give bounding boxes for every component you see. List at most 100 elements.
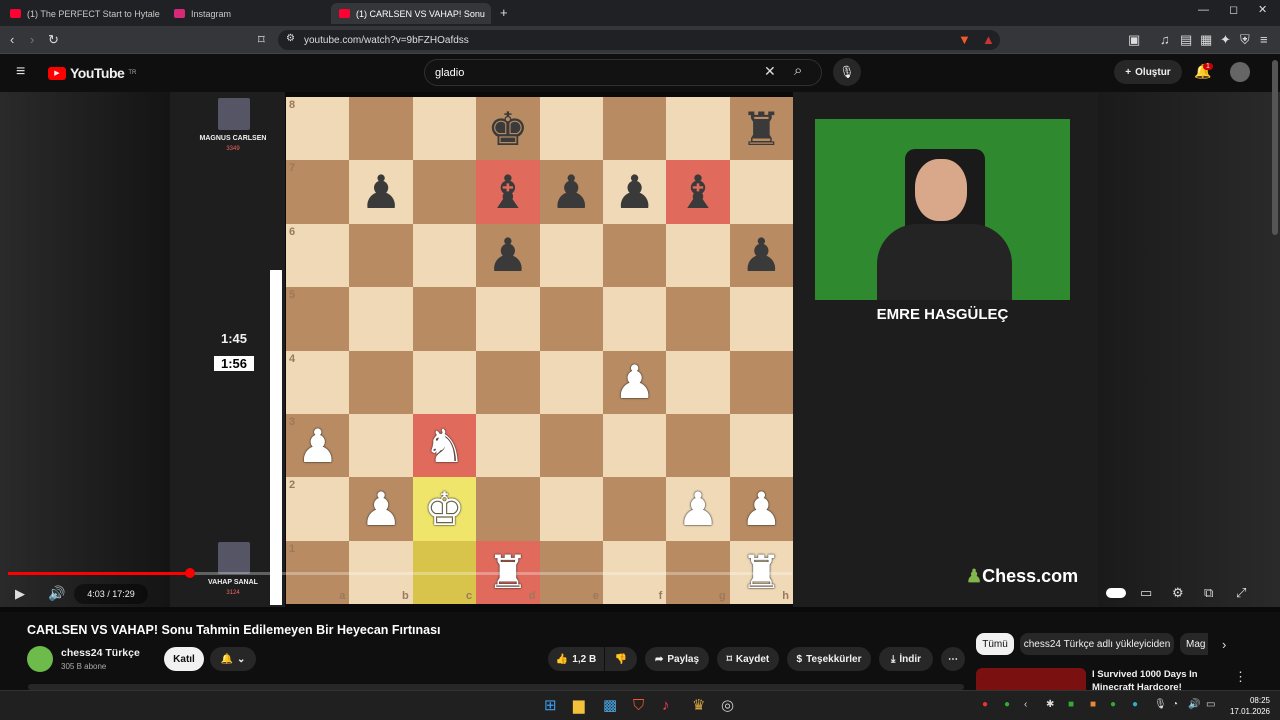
square-a2: 2 [286,477,350,541]
chevron-left-icon[interactable]: ‹ [1024,700,1027,710]
top-clock: 1:45 [220,331,248,346]
top-player-name: MAGNUS CARLSEN [199,135,267,142]
search-input[interactable]: gladio [424,59,822,86]
scrollbar[interactable] [1272,60,1278,235]
like-button[interactable]: 👍 1,2 B [548,647,604,671]
brand-text: Chess.com [982,566,1079,586]
file-label: d [528,590,536,602]
windows-start-icon[interactable]: ⊞ [544,698,557,713]
chip-mag[interactable]: Mag [1180,633,1208,655]
rec-title[interactable]: I Survived 1000 Days In Minecraft Hardco… [1092,668,1222,690]
youtube-logo[interactable]: ▶ YouTube TR [48,65,136,81]
browser-tab[interactable]: (1) The PERFECT Start to Hytale - You [2,3,162,24]
square-g8 [666,97,730,161]
vpn-icon[interactable]: ⛨ [1240,33,1250,46]
maximize-icon[interactable]: ◻ [1229,5,1238,16]
music-app-icon[interactable]: ♪ [662,698,670,713]
subscribed-bell-button[interactable]: 🔔 ⌄ [210,647,256,671]
black-king-icon: ♚ [487,102,529,155]
avatar[interactable] [1230,62,1250,82]
black-bishop-icon: ♝ [487,166,529,219]
wallet-icon[interactable]: ▦ [1200,33,1212,46]
battery-icon[interactable]: ▭ [1206,700,1215,710]
more-vertical-icon[interactable]: ⋮ [1234,670,1247,683]
fullscreen-icon[interactable]: ⤢ [1236,586,1246,599]
game-app-icon[interactable]: ♛ [692,698,705,713]
settings-app-icon[interactable]: ◎ [721,698,734,713]
channel-name[interactable]: chess24 Türkçe [61,647,140,659]
rec-thumbnail[interactable] [976,668,1086,690]
tray-icon[interactable]: ● [1110,700,1116,710]
autoplay-toggle[interactable] [1106,588,1126,598]
share-button[interactable]: ➦ Paylaş [645,647,709,671]
channel-avatar[interactable] [27,646,53,672]
clock[interactable]: 08:25 17.01.2026 [1226,695,1270,717]
music-icon[interactable]: ♫ [1160,33,1170,46]
square-a8: 8 [286,97,350,161]
tray-icon[interactable]: ● [1132,700,1138,710]
brave-shield-icon[interactable]: ▼ [958,33,971,46]
tray-icon[interactable]: ● [982,700,988,710]
thanks-button[interactable]: $ Teşekkürler [787,647,871,671]
clear-search-icon[interactable]: ✕ [764,64,776,78]
square-b5 [349,287,413,351]
network-icon[interactable]: ◔ [1172,700,1178,710]
chip-all[interactable]: Tümü [976,633,1014,655]
square-c3: ♞ [412,413,477,478]
progress-scrubber[interactable] [184,568,195,578]
leo-icon[interactable]: ✦ [1220,33,1231,46]
file-explorer-icon[interactable]: ▆ [573,698,585,713]
miniplayer-icon[interactable]: ⧉ [1204,586,1213,599]
sidebar-icon[interactable]: ▣ [1128,33,1140,46]
speaker-icon[interactable]: 🔊 [1188,700,1200,710]
more-actions-button[interactable]: ⋯ [941,647,965,671]
settings-gear-icon[interactable]: ⚙ [1172,586,1184,599]
rewards-icon[interactable]: ▲ [982,33,995,46]
minimize-icon[interactable]: — [1198,5,1209,16]
rank-label: 2 [289,479,296,492]
url-field[interactable]: youtube.com/watch?v=9bFZHOafdss [278,30,1000,50]
close-window-icon[interactable]: ✕ [1258,5,1267,16]
brave-browser-icon[interactable]: ⛉ [633,698,644,713]
tray-icon[interactable]: ■ [1068,700,1074,710]
square-a5: 5 [286,287,350,351]
square-a3: 3 ♟ [286,413,350,478]
tray-icon[interactable]: ■ [1090,700,1096,710]
menu-icon[interactable]: ≡ [1260,33,1268,46]
video-backdrop-left [0,92,170,607]
square-h2: ♟ [729,477,793,541]
black-pawn-icon: ♟ [487,229,529,282]
chip-label: Tümü [982,638,1008,650]
back-icon[interactable]: ‹ [10,33,14,46]
new-tab-icon[interactable]: + [500,6,508,19]
save-button[interactable]: ⌑ Kaydet [717,647,779,671]
square-e7: ♟ [539,160,603,224]
create-button[interactable]: + Oluştur [1114,60,1182,84]
join-button[interactable]: Katıl [164,647,204,671]
tray-icon[interactable]: ✱ [1046,700,1054,710]
square-e5 [539,287,603,351]
tray-icon[interactable]: ● [1004,700,1010,710]
site-info-icon[interactable]: ⚙ [286,34,295,44]
notification-badge: 1 [1203,63,1213,70]
hamburger-menu-icon[interactable]: ≡ [16,64,25,80]
reload-icon[interactable]: ↻ [48,33,59,46]
browser-tab[interactable]: Instagram [166,3,326,24]
volume-icon[interactable]: 🔊 [48,586,65,600]
file-label: a [339,590,346,602]
chevron-right-icon[interactable]: › [1222,638,1226,651]
photos-icon[interactable]: ▩ [603,698,617,713]
play-icon[interactable]: ▶ [15,587,25,600]
bookmark-icon[interactable]: ⌑ [258,33,265,46]
subtitles-icon[interactable]: ▭ [1140,586,1152,599]
square-h3 [729,413,793,478]
forward-icon[interactable]: › [30,33,34,46]
voice-search-icon[interactable]: 🎙 [833,58,861,86]
search-icon[interactable]: ⌕ [794,63,802,78]
dislike-button[interactable]: 👎 [605,647,637,671]
reading-icon[interactable]: ▤ [1180,33,1192,46]
download-button[interactable]: ⤓ İndir [879,647,933,671]
microphone-icon[interactable]: 🎙 [1154,700,1167,710]
browser-tab-active[interactable]: (1) CARLSEN VS VAHAP! Sonu ✕ [331,3,491,24]
chip-uploader[interactable]: chess24 Türkçe adlı yükleyiciden [1020,633,1174,655]
